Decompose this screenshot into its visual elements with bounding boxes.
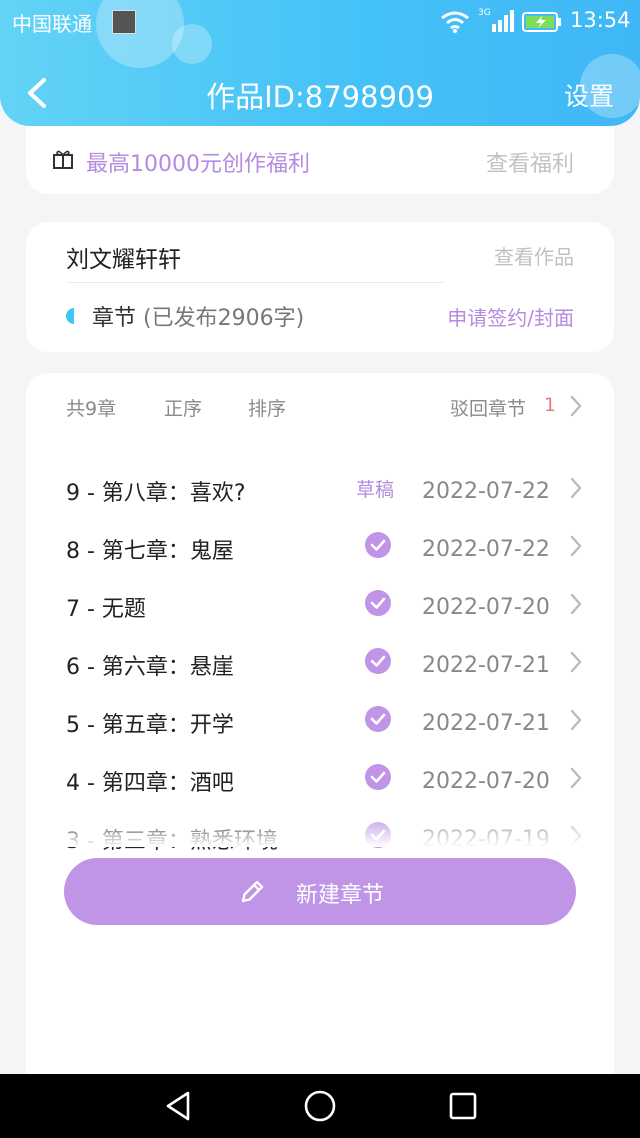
nav-back-icon[interactable] bbox=[162, 1090, 194, 1122]
notification-image-icon bbox=[112, 10, 136, 34]
chapter-title: 5 - 第五章：开学 bbox=[66, 713, 234, 738]
welfare-banner[interactable]: 最高10000元创作福利 查看福利 bbox=[26, 126, 614, 194]
chevron-right-icon bbox=[570, 651, 582, 673]
chapter-label: 章节 bbox=[92, 306, 137, 331]
list-fade-overlay bbox=[26, 813, 614, 847]
published-check-icon bbox=[365, 764, 391, 790]
nav-home-icon[interactable] bbox=[303, 1089, 337, 1123]
chapter-row[interactable]: 9 - 第八章：喜欢? 草稿 2022-07-22 bbox=[26, 469, 614, 527]
new-chapter-button[interactable]: 新建章节 bbox=[64, 858, 576, 925]
welfare-text: 最高10000元创作福利 bbox=[86, 152, 310, 177]
chevron-right-icon bbox=[570, 535, 582, 557]
chapter-row[interactable]: 6 - 第六章：悬崖 2022-07-21 bbox=[26, 643, 614, 701]
network-type: 3G bbox=[478, 8, 491, 18]
chapter-row[interactable]: 4 - 第四章：酒吧 2022-07-20 bbox=[26, 759, 614, 817]
nav-recent-icon[interactable] bbox=[448, 1091, 478, 1121]
apply-contract-link[interactable]: 申请签约/封面 bbox=[447, 302, 574, 331]
sort-button[interactable]: 排序 bbox=[248, 394, 286, 421]
system-nav-bar bbox=[0, 1074, 640, 1138]
draft-badge: 草稿 bbox=[356, 479, 395, 501]
author-name: 刘文耀轩轩 bbox=[66, 247, 181, 273]
gift-icon bbox=[53, 150, 73, 169]
carrier-name: 中国联通 bbox=[12, 12, 92, 36]
chapter-row[interactable]: 5 - 第五章：开学 2022-07-21 bbox=[26, 701, 614, 759]
pencil-icon bbox=[241, 880, 264, 903]
chevron-right-icon bbox=[570, 477, 582, 499]
status-time: 13:54 bbox=[570, 8, 631, 32]
chapter-row[interactable]: 8 - 第七章：鬼屋 2022-07-22 bbox=[26, 527, 614, 585]
chevron-right-icon bbox=[570, 709, 582, 731]
published-check-icon bbox=[365, 706, 391, 732]
published-check-icon bbox=[365, 590, 391, 616]
status-bar: 中国联通 3G 13:54 bbox=[0, 0, 640, 44]
chapter-date: 2022-07-21 bbox=[422, 653, 550, 678]
chapter-title: 4 - 第四章：酒吧 bbox=[66, 771, 234, 796]
rejected-count-badge: 1 bbox=[543, 394, 556, 416]
work-info-card: 刘文耀轩轩 查看作品 章节 (已发布2906字) 申请签约/封面 bbox=[26, 222, 614, 352]
chapter-row[interactable]: 7 - 无题 2022-07-20 bbox=[26, 585, 614, 643]
chapter-summary: 章节 (已发布2906字) bbox=[92, 300, 304, 332]
chapter-date: 2022-07-22 bbox=[422, 479, 550, 504]
chevron-right-icon[interactable] bbox=[570, 395, 582, 417]
signal-icon: 3G bbox=[478, 8, 514, 32]
chapter-date: 2022-07-20 bbox=[422, 595, 550, 620]
published-check-icon bbox=[365, 532, 391, 558]
chapter-date: 2022-07-21 bbox=[422, 711, 550, 736]
view-welfare-link[interactable]: 查看福利 bbox=[486, 146, 574, 178]
wifi-icon bbox=[441, 11, 469, 33]
chapter-title: 6 - 第六章：悬崖 bbox=[66, 655, 234, 680]
section-marker-icon bbox=[66, 308, 74, 324]
page-title: 作品ID:8798909 bbox=[206, 80, 434, 114]
chapter-title: 8 - 第七章：鬼屋 bbox=[66, 539, 234, 564]
battery-icon bbox=[522, 12, 561, 32]
chevron-right-icon bbox=[570, 767, 582, 789]
app-header: 中国联通 3G 13:54 作品ID:8798909 设置 bbox=[0, 0, 640, 126]
chapter-list-card: 共9章 正序 排序 驳回章节 1 9 - 第八章：喜欢? 草稿 2022-07-22… bbox=[26, 373, 614, 1113]
view-work-link[interactable]: 查看作品 bbox=[494, 241, 574, 270]
chapter-title: 7 - 无题 bbox=[66, 597, 146, 622]
published-check-icon bbox=[365, 648, 391, 674]
chapter-total: 共9章 bbox=[66, 398, 117, 420]
chapter-title: 9 - 第八章：喜欢? bbox=[66, 481, 246, 506]
chapter-date: 2022-07-22 bbox=[422, 537, 550, 562]
order-toggle[interactable]: 正序 bbox=[164, 394, 202, 421]
chapter-date: 2022-07-20 bbox=[422, 769, 550, 794]
published-word-count: (已发布2906字) bbox=[143, 306, 305, 331]
chevron-right-icon bbox=[570, 593, 582, 615]
rejected-chapters-link[interactable]: 驳回章节 bbox=[450, 394, 526, 421]
divider bbox=[66, 282, 444, 283]
new-chapter-label: 新建章节 bbox=[296, 883, 385, 908]
settings-button[interactable]: 设置 bbox=[564, 77, 614, 113]
